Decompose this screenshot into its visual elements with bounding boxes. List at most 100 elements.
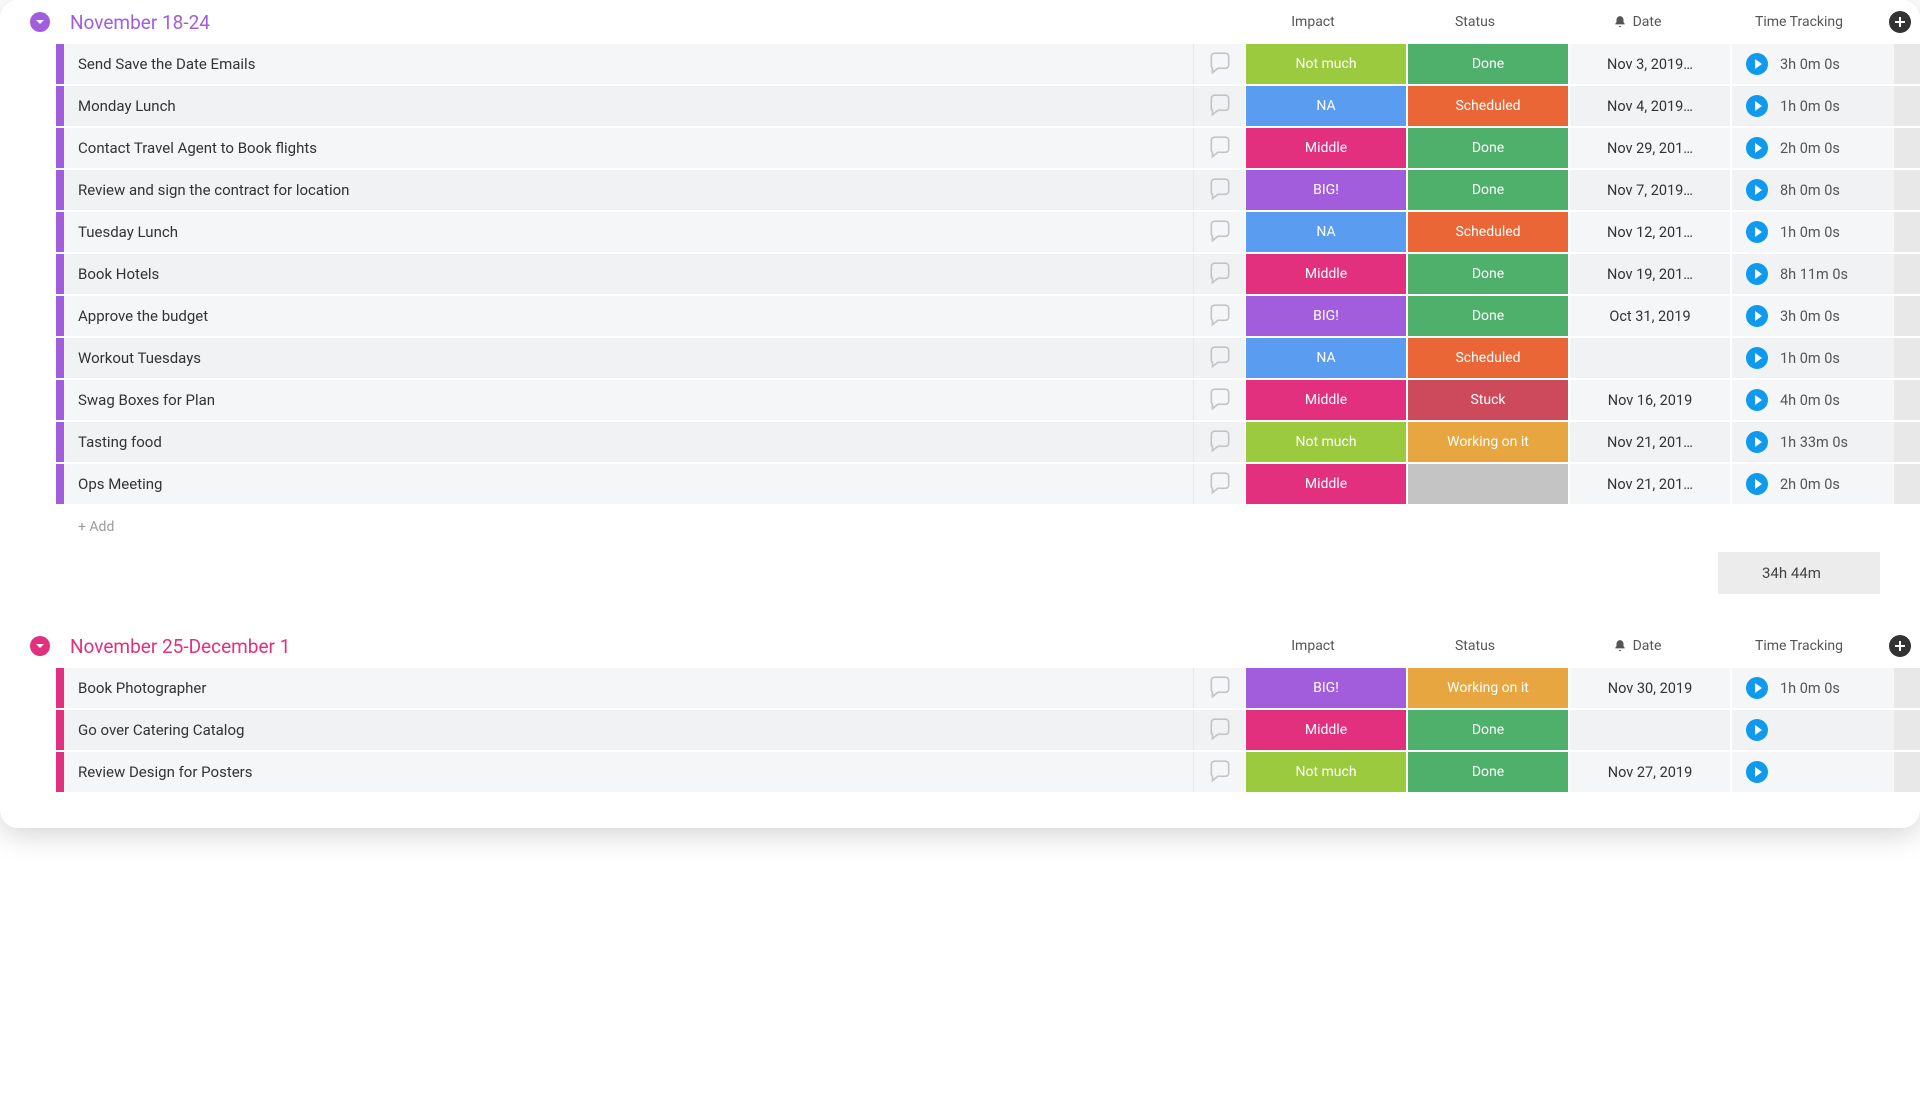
time-cell[interactable] [1732, 710, 1894, 750]
time-cell[interactable]: 3h 0m 0s [1732, 296, 1894, 336]
comment-button[interactable] [1194, 212, 1246, 252]
time-cell[interactable]: 8h 0m 0s [1732, 170, 1894, 210]
impact-tag[interactable]: Not much [1246, 44, 1408, 84]
task-name[interactable]: Send Save the Date Emails [64, 44, 1194, 84]
status-tag[interactable]: Done [1408, 296, 1570, 336]
status-tag[interactable]: Working on it [1408, 668, 1570, 708]
task-name[interactable]: Tuesday Lunch [64, 212, 1194, 252]
task-name[interactable]: Review and sign the contract for locatio… [64, 170, 1194, 210]
impact-tag[interactable]: BIG! [1246, 170, 1408, 210]
date-cell[interactable]: Nov 30, 2019 [1570, 668, 1732, 708]
comment-button[interactable] [1194, 752, 1246, 792]
col-status[interactable]: Status [1394, 14, 1556, 30]
task-name[interactable]: Workout Tuesdays [64, 338, 1194, 378]
date-cell[interactable]: Nov 3, 2019… [1570, 44, 1732, 84]
impact-tag[interactable]: Middle [1246, 464, 1408, 504]
play-icon[interactable] [1746, 221, 1768, 243]
time-cell[interactable]: 2h 0m 0s [1732, 464, 1894, 504]
play-icon[interactable] [1746, 305, 1768, 327]
col-time[interactable]: Time Tracking [1718, 14, 1880, 30]
impact-tag[interactable]: NA [1246, 212, 1408, 252]
impact-tag[interactable]: Middle [1246, 380, 1408, 420]
comment-button[interactable] [1194, 254, 1246, 294]
task-name[interactable]: Contact Travel Agent to Book flights [64, 128, 1194, 168]
date-cell[interactable]: Oct 31, 2019 [1570, 296, 1732, 336]
impact-tag[interactable]: NA [1246, 338, 1408, 378]
collapse-toggle[interactable] [30, 12, 50, 32]
date-cell[interactable]: Nov 27, 2019 [1570, 752, 1732, 792]
time-cell[interactable]: 1h 0m 0s [1732, 212, 1894, 252]
play-icon[interactable] [1746, 719, 1768, 741]
task-name[interactable]: Review Design for Posters [64, 752, 1194, 792]
task-row[interactable]: Ops Meeting Middle Nov 21, 201… 2h 0m 0s [56, 464, 1920, 506]
group-title[interactable]: November 18-24 [70, 11, 1232, 34]
time-cell[interactable]: 8h 11m 0s [1732, 254, 1894, 294]
add-task-row[interactable]: + Add [56, 506, 1920, 548]
comment-button[interactable] [1194, 128, 1246, 168]
task-row[interactable]: Swag Boxes for Plan Middle Stuck Nov 16,… [56, 380, 1920, 422]
task-row[interactable]: Workout Tuesdays NA Scheduled 1h 0m 0s [56, 338, 1920, 380]
status-tag[interactable]: Done [1408, 128, 1570, 168]
comment-button[interactable] [1194, 380, 1246, 420]
time-cell[interactable]: 3h 0m 0s [1732, 44, 1894, 84]
comment-button[interactable] [1194, 464, 1246, 504]
collapse-toggle[interactable] [30, 636, 50, 656]
impact-tag[interactable]: Not much [1246, 752, 1408, 792]
play-icon[interactable] [1746, 179, 1768, 201]
task-row[interactable]: Send Save the Date Emails Not much Done … [56, 44, 1920, 86]
status-tag[interactable] [1408, 464, 1570, 504]
date-cell[interactable]: Nov 7, 2019… [1570, 170, 1732, 210]
comment-button[interactable] [1194, 668, 1246, 708]
play-icon[interactable] [1746, 431, 1768, 453]
time-cell[interactable] [1732, 752, 1894, 792]
status-tag[interactable]: Done [1408, 254, 1570, 294]
task-name[interactable]: Go over Catering Catalog [64, 710, 1194, 750]
task-row[interactable]: Contact Travel Agent to Book flights Mid… [56, 128, 1920, 170]
impact-tag[interactable]: BIG! [1246, 296, 1408, 336]
play-icon[interactable] [1746, 677, 1768, 699]
status-tag[interactable]: Working on it [1408, 422, 1570, 462]
task-row[interactable]: Go over Catering Catalog Middle Done [56, 710, 1920, 752]
col-status[interactable]: Status [1394, 638, 1556, 654]
add-column-button[interactable] [1889, 635, 1911, 657]
comment-button[interactable] [1194, 86, 1246, 126]
col-date[interactable]: Date [1556, 14, 1718, 30]
comment-button[interactable] [1194, 338, 1246, 378]
task-row[interactable]: Book Photographer BIG! Working on it Nov… [56, 668, 1920, 710]
add-column-button[interactable] [1889, 11, 1911, 33]
date-cell[interactable]: Nov 4, 2019… [1570, 86, 1732, 126]
play-icon[interactable] [1746, 53, 1768, 75]
date-cell[interactable] [1570, 338, 1732, 378]
impact-tag[interactable]: BIG! [1246, 668, 1408, 708]
col-impact[interactable]: Impact [1232, 14, 1394, 30]
date-cell[interactable]: Nov 12, 201… [1570, 212, 1732, 252]
time-cell[interactable]: 1h 0m 0s [1732, 86, 1894, 126]
date-cell[interactable]: Nov 16, 2019 [1570, 380, 1732, 420]
play-icon[interactable] [1746, 473, 1768, 495]
time-cell[interactable]: 2h 0m 0s [1732, 128, 1894, 168]
task-row[interactable]: Monday Lunch NA Scheduled Nov 4, 2019… 1… [56, 86, 1920, 128]
date-cell[interactable]: Nov 21, 201… [1570, 464, 1732, 504]
status-tag[interactable]: Scheduled [1408, 212, 1570, 252]
col-impact[interactable]: Impact [1232, 638, 1394, 654]
time-cell[interactable]: 1h 0m 0s [1732, 338, 1894, 378]
impact-tag[interactable]: Middle [1246, 254, 1408, 294]
impact-tag[interactable]: Middle [1246, 128, 1408, 168]
status-tag[interactable]: Done [1408, 170, 1570, 210]
status-tag[interactable]: Scheduled [1408, 338, 1570, 378]
task-name[interactable]: Book Hotels [64, 254, 1194, 294]
task-name[interactable]: Approve the budget [64, 296, 1194, 336]
status-tag[interactable]: Done [1408, 752, 1570, 792]
task-name[interactable]: Ops Meeting [64, 464, 1194, 504]
comment-button[interactable] [1194, 44, 1246, 84]
impact-tag[interactable]: NA [1246, 86, 1408, 126]
task-row[interactable]: Book Hotels Middle Done Nov 19, 201… 8h … [56, 254, 1920, 296]
time-cell[interactable]: 1h 0m 0s [1732, 668, 1894, 708]
comment-button[interactable] [1194, 710, 1246, 750]
task-row[interactable]: Tuesday Lunch NA Scheduled Nov 12, 201… … [56, 212, 1920, 254]
task-row[interactable]: Tasting food Not much Working on it Nov … [56, 422, 1920, 464]
play-icon[interactable] [1746, 389, 1768, 411]
date-cell[interactable]: Nov 19, 201… [1570, 254, 1732, 294]
task-row[interactable]: Review and sign the contract for locatio… [56, 170, 1920, 212]
status-tag[interactable]: Done [1408, 44, 1570, 84]
